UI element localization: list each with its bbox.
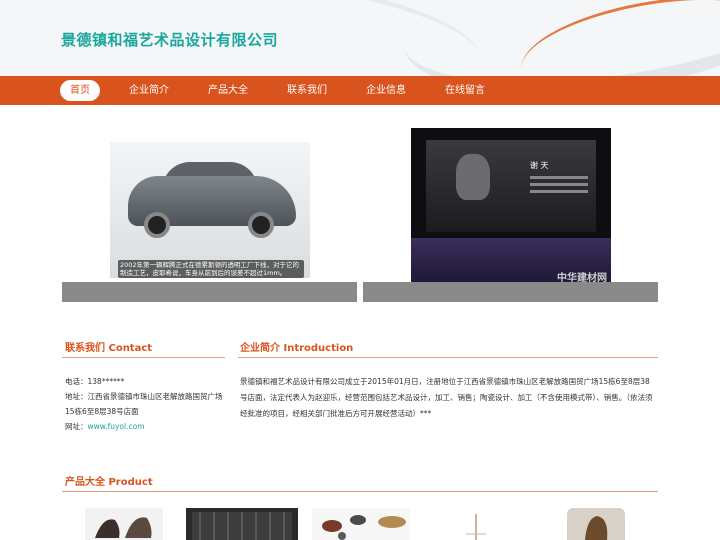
theatre-image: 谢 天 中华建材网 (411, 128, 611, 290)
carving-image (192, 512, 292, 540)
contact-section-title: 联系我们 Contact (65, 343, 153, 354)
product-thumb-wood-carving[interactable] (186, 508, 298, 540)
site-header: 景德镇和福艺术品设计有限公司 (0, 0, 720, 76)
divider (238, 357, 658, 358)
banner-slide-car[interactable]: 2002年第一辆辉腾正式在德累斯顿的透明工厂下线，对于它的制造工艺，皮耶希说，车… (62, 128, 357, 302)
car-caption: 2002年第一辆辉腾正式在德累斯顿的透明工厂下线，对于它的制造工艺，皮耶希说，车… (118, 260, 304, 278)
product-thumb-ceramics[interactable] (312, 508, 410, 540)
contact-address: 地址：江西省景德镇市珠山区老解放路国贸广场15栋6至8层38号店面 (65, 392, 223, 416)
nav-item-info[interactable]: 企业信息 (356, 80, 416, 101)
contact-phone: 电话：138****** (65, 377, 125, 386)
screen-name: 谢 天 (530, 161, 549, 170)
nav-item-home[interactable]: 首页 (60, 80, 100, 101)
main-nav: 首页 企业简介 产品大全 联系我们 企业信息 在线留言 (0, 76, 720, 105)
nav-item-contact[interactable]: 联系我们 (277, 80, 337, 101)
nav-item-message[interactable]: 在线留言 (435, 80, 495, 101)
nav-item-products[interactable]: 产品大全 (198, 80, 258, 101)
intro-text: 景德镇和福艺术品设计有限公司成立于2015年01月日，注册地位于江西省景德镇市珠… (240, 377, 653, 418)
nav-item-about[interactable]: 企业简介 (119, 80, 179, 101)
website-link[interactable]: www.fuyol.com (88, 422, 145, 431)
car-wheel-shape (248, 212, 274, 238)
intro-section-title: 企业简介 Introduction (240, 343, 354, 354)
banner-slider: 2002年第一辆辉腾正式在德累斯顿的透明工厂下线，对于它的制造工艺，皮耶希说，车… (62, 128, 658, 302)
product-thumb-sculpture[interactable] (436, 508, 516, 540)
contact-website-row: 网址：www.fuyol.com (65, 419, 225, 434)
screen-text-lines (530, 176, 588, 197)
slide-caption-bar (62, 282, 357, 302)
ceramics-image (322, 515, 406, 540)
car-image: 2002年第一辆辉腾正式在德累斯顿的透明工厂下线，对于它的制造工艺，皮耶希说，车… (110, 142, 310, 278)
shoes-image (95, 517, 152, 538)
divider (62, 357, 225, 358)
website-label: 网址： (65, 422, 88, 431)
car-wheel-shape (144, 212, 170, 238)
slide-caption-bar (363, 282, 658, 302)
sculpture-image (466, 514, 486, 540)
figurine-image (585, 516, 608, 540)
product-thumb-shoes[interactable] (85, 508, 163, 540)
product-thumb-figurine[interactable] (567, 508, 625, 540)
site-title[interactable]: 景德镇和福艺术品设计有限公司 (61, 29, 278, 50)
speaker-portrait (456, 154, 490, 200)
projection-screen: 谢 天 (426, 140, 596, 232)
contact-info: 电话：138****** 地址：江西省景德镇市珠山区老解放路国贸广场15栋6至8… (65, 374, 225, 434)
divider (62, 491, 658, 492)
products-section-title: 产品大全 Product (65, 477, 153, 488)
banner-slide-theatre[interactable]: 谢 天 中华建材网 (363, 128, 658, 302)
